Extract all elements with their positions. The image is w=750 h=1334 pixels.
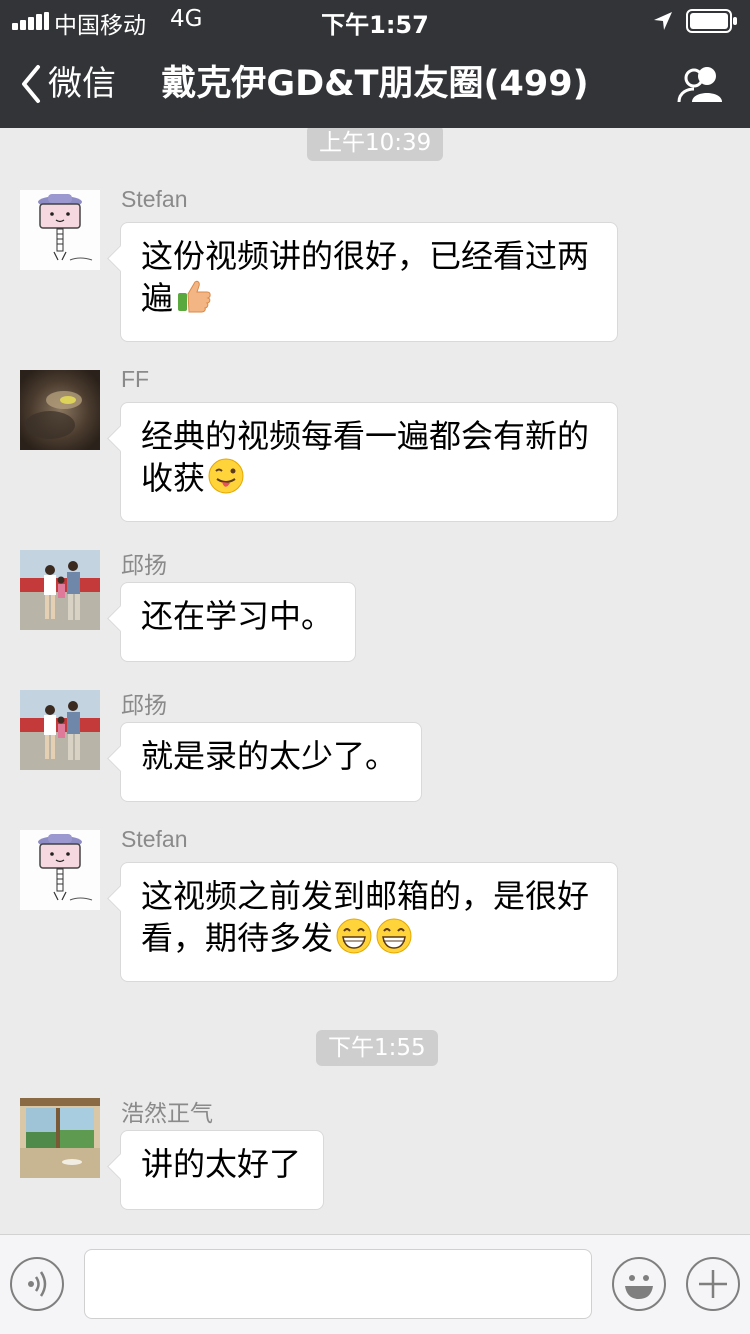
message-text: 看，期待多发 [141, 919, 334, 957]
emoji-button[interactable] [612, 1257, 666, 1311]
message-text: 收获 [141, 459, 206, 497]
family-photo-avatar-icon [20, 550, 100, 630]
message-text: 经典的视频每看一遍都会有新的 [141, 417, 590, 455]
chevron-left-icon [22, 65, 40, 103]
back-button[interactable]: 微信 [16, 60, 116, 108]
timestamp: 下午1:55 [316, 1030, 438, 1066]
voice-button[interactable] [10, 1257, 64, 1311]
emoji-face-icon [625, 1275, 653, 1299]
plus-icon [699, 1270, 727, 1298]
avatar[interactable] [20, 830, 100, 910]
timestamp: 上午10:39 [307, 128, 444, 161]
message-bubble[interactable]: 经典的视频每看一遍都会有新的 收获 [120, 402, 618, 522]
chat-title: 戴克伊GD&T朋友圈(499) [161, 64, 589, 104]
message-bubble[interactable]: 还在学习中。 [120, 582, 356, 662]
back-label: 微信 [48, 64, 116, 104]
chat-messages[interactable]: 上午10:39 Stefan 这份视频讲的很好，已经看过两 遍 FF 经典的视频… [0, 128, 750, 1234]
grinning-face-icon [336, 918, 372, 954]
avatar[interactable] [20, 1098, 100, 1178]
message-text: 这份视频讲的很好，已经看过两 [141, 237, 590, 275]
message-text: 讲的太好了 [141, 1145, 302, 1183]
avatar[interactable] [20, 190, 100, 270]
more-button[interactable] [686, 1257, 740, 1311]
message-bubble[interactable]: 就是录的太少了。 [120, 722, 422, 802]
sender-name: FF [121, 366, 150, 392]
input-bar [0, 1234, 750, 1334]
message-line: 看，期待多发 [141, 917, 597, 959]
message-line: 遍 [141, 277, 597, 319]
avatar[interactable] [20, 550, 100, 630]
message-bubble[interactable]: 这份视频讲的很好，已经看过两 遍 [120, 222, 618, 342]
sender-name: 邱扬 [121, 552, 167, 578]
sender-name: Stefan [121, 186, 188, 212]
message-input[interactable] [84, 1249, 592, 1319]
grinning-face-icon [376, 918, 412, 954]
family-photo-avatar-icon [20, 690, 100, 770]
sender-name: 浩然正气 [121, 1100, 213, 1126]
voice-icon [28, 1271, 47, 1297]
message-bubble[interactable]: 这视频之前发到邮箱的，是很好 看，期待多发 [120, 862, 618, 982]
nav-bar: 微信 戴克伊GD&T朋友圈(499) [0, 40, 750, 128]
cartoon-avatar-icon [20, 190, 100, 270]
message-line: 收获 [141, 457, 597, 499]
cat-photo-avatar-icon [20, 370, 100, 450]
avatar[interactable] [20, 370, 100, 450]
message-bubble[interactable]: 讲的太好了 [120, 1130, 324, 1210]
sender-name: Stefan [121, 826, 188, 852]
message-text: 遍 [141, 279, 174, 317]
message-text: 还在学习中。 [141, 597, 334, 635]
battery-icon [686, 9, 737, 33]
winking-tongue-face-icon [208, 458, 244, 494]
message-text: 就是录的太少了。 [141, 737, 398, 775]
location-arrow-icon [654, 12, 672, 30]
status-time: 下午1:57 [321, 11, 429, 39]
landscape-photo-avatar-icon [20, 1098, 100, 1178]
avatar[interactable] [20, 690, 100, 770]
thumbs-up-icon [178, 280, 211, 313]
group-members-icon[interactable] [674, 64, 730, 106]
sender-name: 邱扬 [121, 692, 167, 718]
chat-screen: 中国移动 4G 下午1:57 微信 戴克伊GD&T朋友圈(499) 上午10:3… [0, 0, 750, 1334]
message-text: 这视频之前发到邮箱的，是很好 [141, 877, 590, 915]
status-bar: 中国移动 4G 下午1:57 [0, 0, 750, 40]
header: 中国移动 4G 下午1:57 微信 戴克伊GD&T朋友圈(499) [0, 0, 750, 128]
cartoon-avatar-icon [20, 830, 100, 910]
